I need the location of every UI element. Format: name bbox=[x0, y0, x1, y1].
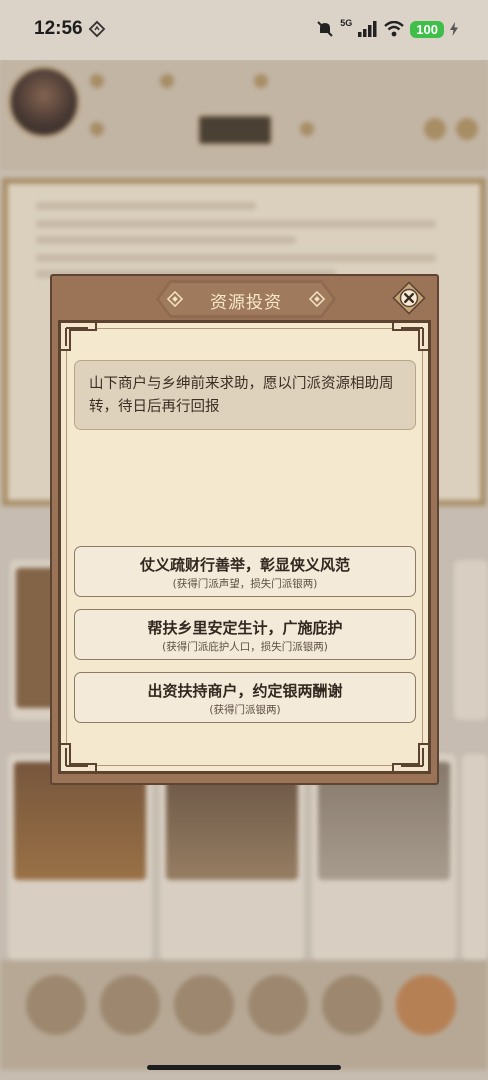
corner-ornament bbox=[392, 743, 430, 773]
diamond-ornament-icon bbox=[308, 290, 326, 308]
navigation-icon bbox=[88, 20, 106, 38]
option-effect: (获得门派声望，损失门派银两) bbox=[172, 578, 318, 590]
option-effect: (获得门派银两) bbox=[209, 704, 281, 716]
charging-icon bbox=[450, 22, 458, 36]
option-effect: (获得门派庇护人口，损失门派银两) bbox=[162, 641, 328, 653]
home-indicator[interactable] bbox=[147, 1065, 341, 1070]
status-indicators: 5G 100 bbox=[316, 18, 458, 38]
corner-ornament bbox=[59, 321, 97, 351]
mute-icon bbox=[317, 21, 333, 37]
option-invest-merchant-button[interactable]: 出资扶持商户，约定银两酬谢 (获得门派银两) bbox=[74, 672, 416, 723]
signal-icon bbox=[358, 21, 377, 37]
corner-ornament bbox=[59, 743, 97, 773]
option-label: 出资扶持商户，约定银两酬谢 bbox=[147, 682, 343, 700]
close-button[interactable] bbox=[392, 281, 426, 315]
option-charity-button[interactable]: 仗义疏财行善举，彰显侠义风范 (获得门派声望，损失门派银两) bbox=[74, 546, 416, 597]
status-time: 12:56 bbox=[34, 18, 83, 39]
option-label: 仗义疏财行善举，彰显侠义风范 bbox=[139, 556, 350, 574]
option-shelter-button[interactable]: 帮扶乡里安定生计，广施庇护 (获得门派庇护人口，损失门派银两) bbox=[74, 609, 416, 660]
event-description: 山下商户与乡绅前来求助，愿以门派资源相助周转，待日后再行回报 bbox=[74, 360, 416, 430]
status-bar: 12:56 5G 100 bbox=[0, 0, 488, 60]
corner-ornament bbox=[392, 321, 430, 351]
title-banner: 资源投资 bbox=[156, 280, 336, 318]
battery-icon: 100 bbox=[410, 20, 444, 38]
resource-investment-dialog: 资源投资 山下商户与乡绅前来求助，愿以门派资源相助周转，待日后再行回报 仗义疏财… bbox=[50, 274, 439, 785]
network-label: 5G bbox=[340, 18, 353, 28]
wifi-icon bbox=[384, 21, 405, 37]
option-label: 帮扶乡里安定生计，广施庇护 bbox=[147, 619, 343, 637]
